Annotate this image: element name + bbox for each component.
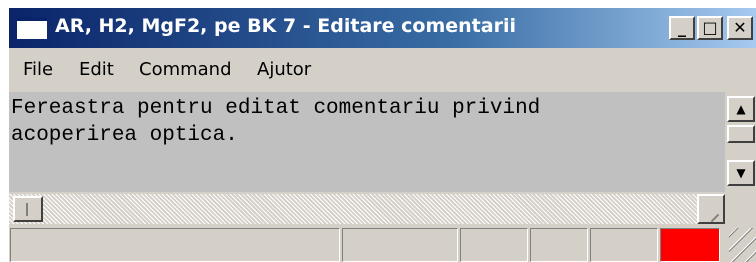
status-panel	[590, 228, 658, 262]
close-icon: ✕	[733, 18, 747, 37]
scroll-down-button[interactable]: ▼	[727, 160, 755, 186]
scroll-up-button[interactable]: ▲	[727, 96, 755, 122]
scrollbar-corner	[697, 194, 725, 224]
up-arrow-icon: ▲	[736, 102, 746, 116]
window-title: AR, H2, MgF2, pe BK 7 - Editare comentar…	[55, 15, 516, 37]
editor-line: Fereastra pentru editat comentariu privi…	[11, 97, 541, 120]
title-bar[interactable]: AR, H2, MgF2, pe BK 7 - Editare comentar…	[9, 8, 756, 48]
menu-file[interactable]: File	[23, 59, 53, 80]
menu-bar: File Edit Command Ajutor	[9, 56, 756, 86]
maximize-button[interactable]: □	[697, 16, 723, 40]
horizontal-scrollbar[interactable]	[9, 194, 725, 224]
close-button[interactable]: ✕	[727, 16, 753, 40]
vertical-scrollbar[interactable]: ▲ ▼	[725, 92, 756, 192]
minimize-icon: _	[678, 18, 686, 37]
window-app-icon	[17, 17, 47, 39]
menu-ajutor[interactable]: Ajutor	[257, 59, 311, 80]
minimize-button[interactable]: _	[669, 16, 695, 40]
horizontal-scroll-thumb[interactable]	[13, 196, 43, 222]
status-bar	[9, 224, 756, 262]
down-arrow-icon: ▼	[736, 166, 746, 180]
vertical-scroll-thumb[interactable]	[727, 125, 755, 143]
editor-window: AR, H2, MgF2, pe BK 7 - Editare comentar…	[9, 8, 756, 262]
status-panel	[530, 228, 588, 262]
resize-grip[interactable]	[729, 228, 756, 262]
maximize-icon: □	[702, 18, 718, 37]
status-panel	[342, 228, 458, 262]
status-panel	[10, 228, 340, 262]
status-indicator	[660, 228, 720, 262]
status-panel	[460, 228, 528, 262]
comment-text-area[interactable]: Fereastra pentru editat comentariu privi…	[9, 92, 725, 192]
editor-line: acoperirea optica.	[11, 124, 238, 147]
menu-command[interactable]: Command	[139, 59, 232, 80]
menu-edit[interactable]: Edit	[79, 59, 114, 80]
